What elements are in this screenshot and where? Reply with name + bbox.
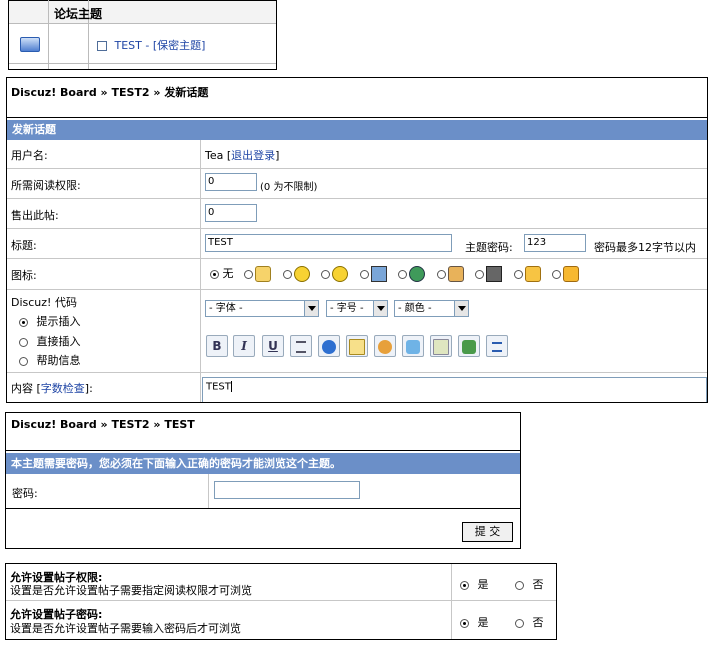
submit-button[interactable]: 提 交 [462,522,513,542]
topic-tag: - [保密主题] [141,39,206,52]
content-text: TEST [206,381,231,393]
read-permission-label: 所需阅读权限: [11,179,81,192]
icon-radio-7[interactable] [475,269,484,279]
envelope-icon [349,338,365,355]
code-button[interactable] [430,335,452,357]
title-input[interactable]: TEST [205,234,452,252]
icon-radio-6[interactable] [436,269,446,279]
globe-icon [409,266,425,282]
setting-post-permission-yes-radio[interactable] [460,580,469,590]
code-mode-direct-radio[interactable] [19,337,28,347]
password-label: 密码: [12,487,38,500]
title-label: 标题: [11,239,37,252]
topic-password-input[interactable]: 123 [524,234,586,252]
exclamation-icon [332,266,348,282]
icon-radio-4[interactable] [359,269,369,279]
clipboard-icon [255,266,271,282]
color-button[interactable] [374,335,396,357]
quote-button[interactable] [458,335,480,357]
hand-point-icon [524,266,541,282]
icon-none-radio[interactable] [210,269,219,279]
icon-radio-8[interactable] [513,269,523,279]
logout-bracket-close: ] [275,149,280,162]
logout-link[interactable]: 退出登录 [231,149,275,162]
icon-radio-1[interactable] [244,269,253,279]
sell-label: 售出此帖: [11,209,59,222]
quote-icon [462,339,476,354]
topic-checkbox[interactable] [97,41,107,51]
icon-label: 图标: [11,269,37,282]
setting-post-password-no[interactable]: 否 [515,614,544,630]
code-mode-help-label: 帮助信息 [36,354,81,367]
icon-none-label: 无 [222,267,234,280]
code-mode-direct[interactable]: 直接插入 [19,333,81,349]
film-icon [486,266,502,282]
setting-post-password-yes-radio[interactable] [460,618,469,628]
code-mode-hint-radio[interactable] [19,317,28,327]
setting-post-permission-desc: 设置是否允许设置帖子需要指定阅读权限才可浏览 [10,584,252,597]
forum-list-header-bg [9,1,276,23]
sell-input[interactable]: 0 [205,204,257,222]
folder-icon [20,37,40,52]
breadcrumb-new-topic: Discuz! Board » TEST2 » 发新话题 [11,86,209,99]
underline-button[interactable]: U [262,335,284,357]
read-permission-input[interactable]: 0 [205,173,257,191]
setting-post-permission-yes[interactable]: 是 [460,576,489,592]
list-icon [492,341,502,352]
username-label: 用户名: [11,149,48,162]
code-icon [433,338,449,355]
setting-post-password-no-radio[interactable] [515,618,524,628]
speech-bubble-icon [563,266,579,282]
content-textarea[interactable]: TEST [202,377,707,402]
align-center-icon [296,340,306,353]
password-input[interactable] [214,481,360,499]
icon-radio-2[interactable] [282,269,292,279]
setting-post-password-yes[interactable]: 是 [460,614,489,630]
email-button[interactable] [346,335,368,357]
code-mode-hint[interactable]: 提示插入 [19,313,81,329]
list-button[interactable] [486,335,508,357]
link-button[interactable] [318,335,340,357]
icon-radio-3[interactable] [321,269,330,279]
topic-row[interactable]: TEST - [保密主题] [97,37,205,53]
logout-bracket-open: [ [223,149,232,162]
new-topic-section-title: 发新话题 [7,120,707,140]
discuz-code-label: Discuz! 代码 [11,296,77,309]
code-mode-hint-label: 提示插入 [36,315,81,328]
code-mode-help-radio[interactable] [19,356,28,366]
icon-radio-5[interactable] [398,269,407,279]
username-value: Tea [205,149,224,162]
icon-radio-9[interactable] [552,269,561,279]
topic-password-label: 主题密码: [465,241,513,254]
forum-list-header: 论坛主题 [54,7,103,21]
code-mode-direct-label: 直接插入 [36,335,81,348]
question-icon [293,266,310,282]
setting-post-permission-no-radio[interactable] [515,580,524,590]
username-row: Tea [退出登录] [205,147,279,163]
web-link-icon [322,339,336,354]
image-button[interactable] [402,335,424,357]
tools-icon [447,266,464,282]
read-permission-hint: (0 为不限制) [260,182,318,193]
content-label: 内容 [字数检查]: [11,382,93,395]
color-select[interactable]: - 颜色 - [394,300,469,317]
word-count-link[interactable]: 字数检查 [41,382,85,395]
code-mode-help[interactable]: 帮助信息 [19,352,81,368]
icon-options: 无 [210,265,579,282]
topic-title-link[interactable]: TEST [115,39,142,52]
setting-post-password-desc: 设置是否允许设置帖子需要输入密码后才可浏览 [10,622,241,635]
font-select[interactable]: - 字体 - [205,300,319,317]
italic-button[interactable]: I [233,335,255,357]
text-cursor [230,381,232,392]
setting-post-permission-no[interactable]: 否 [515,576,544,592]
password-notice: 本主题需要密码，您必须在下面输入正确的密码才能浏览这个主题。 [6,453,520,474]
password-length-hint: 密码最多12字节以内 [594,241,696,254]
snowflake-icon [406,339,420,354]
align-center-button[interactable] [290,335,312,357]
picture-icon [370,266,387,282]
breadcrumb-topic: Discuz! Board » TEST2 » TEST [11,418,195,431]
palette-icon [378,339,392,354]
bold-button[interactable]: B [206,335,228,357]
size-select[interactable]: - 字号 - [326,300,388,317]
